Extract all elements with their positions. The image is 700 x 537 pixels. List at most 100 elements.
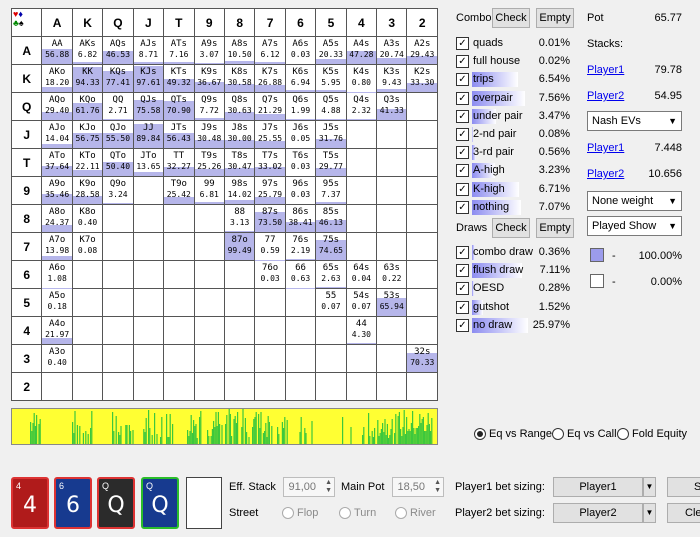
hand-cell[interactable]: Q9s 7.72 [193, 92, 225, 121]
hand-cell[interactable]: A6o 1.08 [41, 260, 73, 289]
hand-cell[interactable] [163, 204, 195, 233]
s-button[interactable]: S [667, 477, 700, 497]
hand-cell[interactable]: 85s 46.13 [315, 204, 347, 233]
checkbox[interactable]: ✓ [456, 264, 469, 278]
row-header[interactable]: 8 [10, 204, 43, 233]
hand-cell[interactable] [193, 232, 225, 261]
hand-cell[interactable] [406, 120, 438, 149]
hand-cell[interactable] [284, 372, 317, 401]
hand-cell[interactable]: T9s 25.26 [193, 148, 225, 177]
hand-cell[interactable] [345, 176, 378, 205]
card[interactable]: 44 [11, 477, 49, 529]
hand-cell[interactable]: A7o 13.98 [41, 232, 73, 261]
player1-link[interactable]: Player1 [587, 64, 624, 76]
hand-cell[interactable] [284, 344, 317, 373]
hand-cell[interactable] [132, 372, 165, 401]
hand-cell[interactable] [163, 260, 195, 289]
hand-cell[interactable] [193, 316, 225, 345]
hand-cell[interactable]: AKo 18.20 [41, 64, 73, 93]
hand-cell[interactable]: K7o 0.08 [71, 232, 104, 261]
row-header[interactable]: K [10, 64, 43, 93]
checkbox[interactable]: ✓ [456, 146, 469, 160]
hand-cell[interactable] [193, 288, 225, 317]
hand-cell[interactable]: T6s 0.03 [284, 148, 317, 177]
hand-cell[interactable]: AJo 14.04 [41, 120, 73, 149]
spinner-icon[interactable]: ▲ ▼ [434, 479, 441, 495]
eq-vs-range-radio[interactable] [474, 428, 486, 440]
hand-cell[interactable]: QTo 50.40 [102, 148, 134, 177]
hand-cell[interactable]: A8s 10.50 [223, 36, 256, 65]
hand-cell[interactable]: 87o 99.49 [223, 232, 256, 261]
col-header[interactable]: 7 [254, 8, 286, 37]
hand-cell[interactable]: A4o 21.97 [41, 316, 73, 345]
col-header[interactable]: 9 [193, 8, 225, 37]
hand-cell[interactable] [102, 344, 134, 373]
hand-cell[interactable] [71, 372, 104, 401]
hand-cell[interactable] [102, 372, 134, 401]
hand-cell[interactable]: JJ 89.84 [132, 120, 165, 149]
hand-cell[interactable] [132, 260, 165, 289]
hand-cell[interactable] [376, 344, 408, 373]
hand-cell[interactable] [193, 372, 225, 401]
hand-cell[interactable] [315, 316, 347, 345]
hand-cell[interactable]: K8o 0.40 [71, 204, 104, 233]
hand-cell[interactable] [193, 204, 225, 233]
hand-cell[interactable] [163, 232, 195, 261]
hand-cell[interactable]: J6s 0.05 [284, 120, 317, 149]
checkbox[interactable]: ✓ [456, 200, 469, 214]
combos-row[interactable]: ✓ 3-rd pair 0.56% [456, 144, 570, 162]
col-header[interactable]: 3 [376, 8, 408, 37]
hand-cell[interactable]: A4s 47.28 [345, 36, 378, 65]
hand-cell[interactable] [193, 344, 225, 373]
hand-cell[interactable]: 75s 74.65 [315, 232, 347, 261]
hand-cell[interactable] [315, 344, 347, 373]
p1-sizing-dropdown[interactable]: ▼ [643, 477, 656, 497]
street-flop-radio[interactable] [282, 507, 294, 519]
eff-stack-input[interactable]: 91,00 ▲ ▼ [283, 477, 335, 497]
hand-cell[interactable] [406, 92, 438, 121]
hand-cell[interactable]: J8s 30.00 [223, 120, 256, 149]
hand-cell[interactable]: 53s 65.94 [376, 288, 408, 317]
checkbox[interactable]: ✓ [456, 55, 469, 69]
hand-cell[interactable]: 64s 0.04 [345, 260, 378, 289]
row-header[interactable]: J [10, 120, 43, 149]
hand-cell[interactable]: 65s 2.63 [315, 260, 347, 289]
hand-cell[interactable]: AKs 6.82 [71, 36, 104, 65]
hand-cell[interactable] [132, 204, 165, 233]
ev-select[interactable]: Nash EVs ▼ [587, 111, 682, 131]
hand-cell[interactable] [132, 316, 165, 345]
hand-cell[interactable]: 77 0.59 [254, 232, 286, 261]
checkbox[interactable]: ✓ [456, 109, 469, 123]
hand-cell[interactable] [345, 344, 378, 373]
clear-button[interactable]: Cle [667, 503, 700, 523]
hand-cell[interactable]: Q7s 21.29 [254, 92, 286, 121]
hand-cell[interactable] [102, 316, 134, 345]
hand-cell[interactable]: T9o 25.42 [163, 176, 195, 205]
hand-cell[interactable]: 99 6.81 [193, 176, 225, 205]
hand-cell[interactable] [406, 316, 438, 345]
hand-cell[interactable]: A5o 0.18 [41, 288, 73, 317]
combos-row[interactable]: ✓ full house 0.02% [456, 53, 570, 71]
hand-cell[interactable]: Q4s 2.32 [345, 92, 378, 121]
hand-cell[interactable] [376, 232, 408, 261]
col-header[interactable]: 5 [315, 8, 347, 37]
hand-cell[interactable]: ATs 7.16 [163, 36, 195, 65]
hand-cell[interactable] [71, 316, 104, 345]
hand-cell[interactable]: 76o 0.03 [254, 260, 286, 289]
hand-cell[interactable]: A7s 6.12 [254, 36, 286, 65]
hand-cell[interactable] [254, 288, 286, 317]
hand-cell[interactable]: AQs 46.53 [102, 36, 134, 65]
hand-cell[interactable] [406, 148, 438, 177]
hand-cell[interactable] [102, 204, 134, 233]
hand-cell[interactable]: 98s 14.02 [223, 176, 256, 205]
row-header[interactable]: 5 [10, 288, 43, 317]
combos-row[interactable]: ✓ 2-nd pair 0.08% [456, 126, 570, 144]
draws-check-button[interactable]: Check [492, 218, 530, 238]
hand-cell[interactable] [345, 120, 378, 149]
hand-cell[interactable] [376, 316, 408, 345]
combos-row[interactable]: ✓ K-high 6.71% [456, 181, 570, 199]
hand-cell[interactable] [71, 344, 104, 373]
hand-cell[interactable]: 88 3.13 [223, 204, 256, 233]
p2-sizing-button[interactable]: Player2 [553, 503, 643, 523]
hand-cell[interactable]: JTo 13.65 [132, 148, 165, 177]
